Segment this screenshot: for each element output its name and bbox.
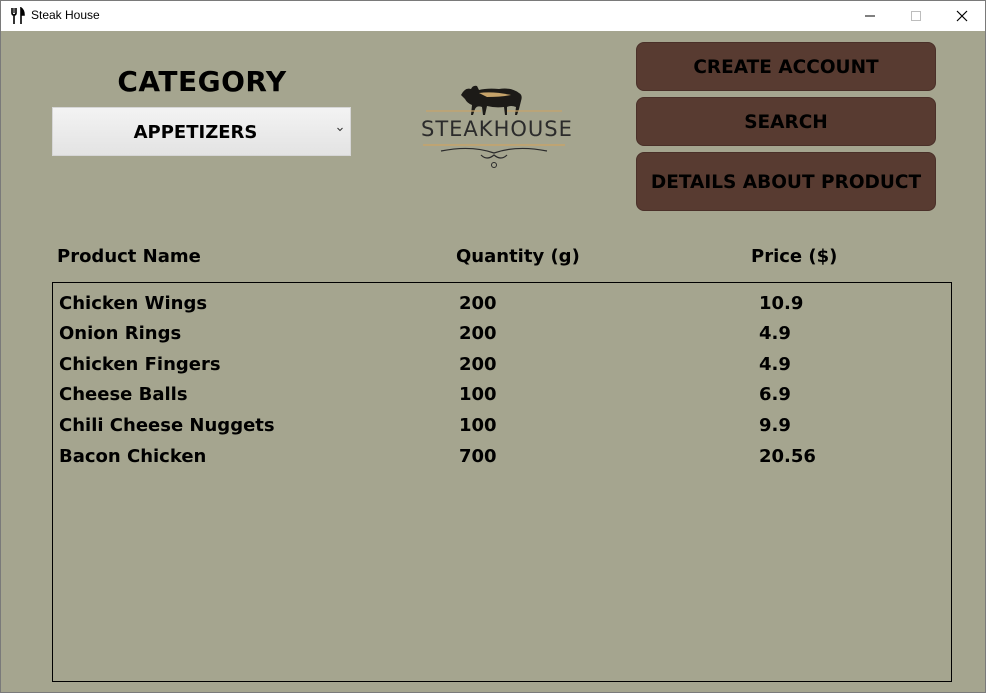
product-price: 10.9 [759,293,804,314]
product-name: Onion Rings [59,323,182,344]
create-account-button[interactable]: CREATE ACCOUNT [636,42,936,91]
minimize-button[interactable] [847,1,893,31]
title-bar[interactable]: Steak House [1,1,985,31]
product-name: Chicken Wings [59,293,208,314]
list-item[interactable]: Chicken Wings 200 10.9 [53,287,951,317]
maximize-button[interactable] [893,1,939,31]
product-price: 4.9 [759,323,791,344]
details-about-product-button[interactable]: DETAILS ABOUT PRODUCT [636,152,936,211]
category-selected-value: APPETIZERS [133,122,258,143]
list-item[interactable]: Chicken Fingers 200 4.9 [53,348,951,378]
column-header-product-name: Product Name [57,246,201,267]
steakhouse-logo: STEAKHOUSE [421,81,573,171]
product-price: 6.9 [759,384,791,405]
main-panel: CATEGORY APPETIZERS STEAKHOUSE CREATE AC… [1,31,985,692]
category-heading: CATEGORY [117,65,287,98]
product-name: Chili Cheese Nuggets [59,415,275,436]
product-price: 20.56 [759,446,816,467]
list-item[interactable]: Chili Cheese Nuggets 100 9.9 [53,409,951,439]
search-button[interactable]: SEARCH [636,97,936,146]
product-quantity: 700 [459,446,497,467]
app-window: Steak House CATEGORY APPETIZERS STEAKHOU… [0,0,986,693]
product-name: Cheese Balls [59,384,188,405]
product-name: Bacon Chicken [59,446,207,467]
chevron-down-icon [337,127,343,132]
close-button[interactable] [939,1,985,31]
fork-knife-icon [11,6,25,25]
column-header-quantity: Quantity (g) [456,246,580,267]
product-list[interactable]: Chicken Wings 200 10.9 Onion Rings 200 4… [52,282,952,682]
window-title: Steak House [31,8,100,22]
product-price: 4.9 [759,354,791,375]
list-item[interactable]: Cheese Balls 100 6.9 [53,378,951,408]
product-price: 9.9 [759,415,791,436]
logo-text: STEAKHOUSE [421,117,573,141]
column-header-price: Price ($) [751,246,838,267]
category-dropdown[interactable]: APPETIZERS [52,107,351,156]
minimize-icon [865,15,875,17]
list-item[interactable]: Onion Rings 200 4.9 [53,317,951,347]
product-quantity: 200 [459,354,497,375]
product-name: Chicken Fingers [59,354,221,375]
close-icon [956,10,968,22]
maximize-icon [911,11,921,21]
product-quantity: 100 [459,384,497,405]
product-quantity: 200 [459,293,497,314]
list-item[interactable]: Bacon Chicken 700 20.56 [53,440,951,470]
product-quantity: 100 [459,415,497,436]
product-quantity: 200 [459,323,497,344]
